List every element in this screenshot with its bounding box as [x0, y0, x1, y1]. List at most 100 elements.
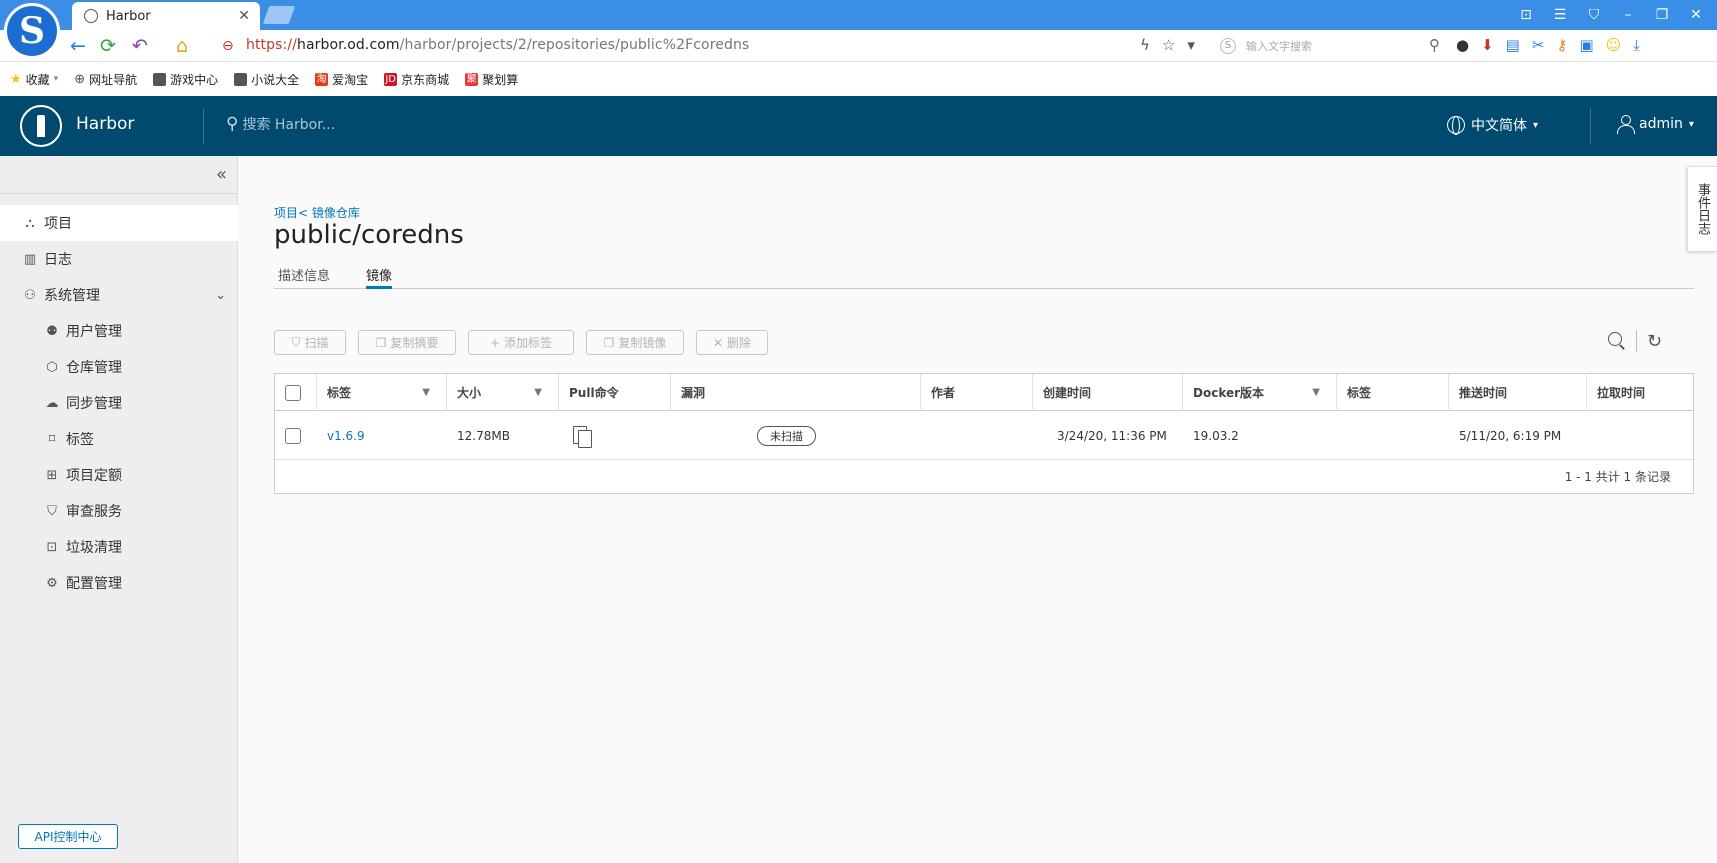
- sidebar-item-replications[interactable]: ☁ 同步管理: [0, 385, 238, 421]
- global-search-input[interactable]: ⚲ 搜索 Harbor...: [226, 114, 335, 134]
- tab-description[interactable]: 描述信息: [278, 265, 330, 284]
- tool-separator: [1636, 330, 1637, 352]
- skin-icon[interactable]: ⛉: [1579, 7, 1609, 23]
- sidebar-item-configuration[interactable]: ⚙ 配置管理: [0, 565, 238, 601]
- shield-check-icon: ⛉: [291, 335, 301, 349]
- filter-icon[interactable]: ▼: [1312, 387, 1320, 398]
- repository-tabs: 描述信息 镜像: [274, 263, 1694, 289]
- sidebar-item-labels[interactable]: ⌑ 标签: [0, 421, 238, 457]
- api-explorer-button[interactable]: API控制中心: [18, 824, 118, 849]
- cell-docker-version: 19.03.2: [1193, 429, 1239, 443]
- table-row[interactable]: v1.6.9 12.78MB 未扫描 3/24/20, 11:36 PM 19.…: [275, 412, 1693, 460]
- add-label-button[interactable]: + 添加标签: [468, 330, 574, 355]
- sidebar-item-logs[interactable]: ▥ 日志: [0, 241, 238, 277]
- restore-icon[interactable]: ❐: [1647, 7, 1677, 23]
- column-header-labels[interactable]: 标签: [1337, 374, 1449, 411]
- insecure-lock-icon[interactable]: ⊖: [222, 35, 234, 57]
- copy-pull-command-icon[interactable]: [573, 426, 592, 448]
- sidebar-item-quotas[interactable]: ⊞ 项目定额: [0, 457, 238, 493]
- filter-icon[interactable]: ▼: [422, 387, 430, 398]
- gear-icon: ⚙: [46, 575, 58, 591]
- copy-digest-button[interactable]: ❐ 复制摘要: [358, 330, 456, 355]
- bookmark-item[interactable]: JD 京东商城: [384, 71, 449, 88]
- column-header-pulled[interactable]: 拉取时间: [1587, 374, 1693, 411]
- row-select-cell: [275, 412, 317, 460]
- new-tab-button[interactable]: [262, 6, 296, 24]
- minimize-icon[interactable]: –: [1613, 7, 1643, 23]
- delete-button[interactable]: ✕ 删除: [696, 330, 768, 355]
- column-header-pushed[interactable]: 推送时间: [1449, 374, 1587, 411]
- home-icon[interactable]: ⌂: [176, 35, 188, 57]
- juhuasuan-icon: 聚: [465, 72, 479, 86]
- column-header-size[interactable]: 大小 ▼: [447, 374, 559, 411]
- sidebar-item-label: 系统管理: [44, 288, 100, 304]
- user-icon: [1617, 115, 1635, 134]
- jd-icon: JD: [384, 72, 398, 86]
- browser-tab[interactable]: Harbor ✕: [72, 2, 260, 30]
- close-icon[interactable]: ✕: [238, 8, 250, 24]
- gamepad-icon[interactable]: ●: [1456, 36, 1469, 54]
- menu-icon[interactable]: ☰: [1545, 7, 1575, 23]
- chevron-down-icon[interactable]: ▾: [1187, 36, 1195, 54]
- sidebar-item-registries[interactable]: ⬡ 仓库管理: [0, 349, 238, 385]
- download-icon[interactable]: ⤓: [1633, 36, 1640, 54]
- sidebar-item-gc[interactable]: ⊡ 垃圾清理: [0, 529, 238, 565]
- sidebar-item-users[interactable]: ⚉ 用户管理: [0, 313, 238, 349]
- column-header-vulnerability[interactable]: 漏洞: [671, 374, 921, 411]
- copy-image-button[interactable]: ❐ 复制镜像: [586, 330, 684, 355]
- back-icon[interactable]: ←: [70, 35, 86, 57]
- harbor-logo-icon[interactable]: [20, 105, 62, 147]
- image-table: 标签 ▼ 大小 ▼ Pull命令 漏洞 作者 创建时间 Docker版本 ▼ 标签 推…: [274, 373, 1694, 494]
- emoji-icon[interactable]: ☺: [1606, 36, 1622, 54]
- browser-search-box[interactable]: S 输入文字搜索 ⚲: [1220, 34, 1440, 58]
- app-name[interactable]: Harbor: [76, 114, 134, 134]
- sidebar-item-label: 同步管理: [66, 396, 122, 412]
- refresh-icon[interactable]: ↻: [1647, 331, 1662, 352]
- key-icon[interactable]: ⚷: [1556, 36, 1567, 54]
- star-icon[interactable]: ☆: [1162, 36, 1175, 54]
- bookmark-item[interactable]: 淘爱淘宝: [315, 71, 368, 88]
- translate-icon[interactable]: ▣: [1579, 36, 1593, 54]
- column-header-docker-version[interactable]: Docker版本 ▼: [1183, 374, 1337, 411]
- sidebar-item-projects[interactable]: ⛬ 项目: [0, 205, 238, 241]
- breadcrumb[interactable]: 项目< 镜像仓库: [274, 204, 360, 221]
- collapse-sidebar-icon[interactable]: «: [216, 164, 227, 185]
- user-menu[interactable]: admin ▾: [1617, 115, 1694, 134]
- sidebar-item-label: 项目定额: [66, 468, 122, 484]
- bookmark-item[interactable]: ⊕ 网址导航: [74, 71, 137, 88]
- url-text[interactable]: https://harbor.od.com/harbor/projects/2/…: [246, 37, 749, 53]
- column-header-pull-command[interactable]: Pull命令: [559, 374, 671, 411]
- sidebar-item-interrogation[interactable]: ⛉ 审查服务: [0, 493, 238, 529]
- column-header-author[interactable]: 作者: [921, 374, 1033, 411]
- column-header-tag[interactable]: 标签 ▼: [317, 374, 447, 411]
- column-header-created[interactable]: 创建时间: [1033, 374, 1183, 411]
- harbor-favicon-icon: [84, 9, 98, 23]
- language-selector[interactable]: 中文简体 ▾: [1447, 115, 1538, 135]
- lightning-icon[interactable]: ϟ: [1140, 36, 1150, 54]
- bookmark-item[interactable]: 游戏中心: [153, 71, 218, 88]
- sidebar-item-label: 垃圾清理: [66, 540, 122, 556]
- sidebar-item-system-admin[interactable]: ⚇ 系统管理 ⌄: [0, 277, 238, 313]
- scan-button[interactable]: ⛉ 扫描: [274, 330, 346, 355]
- log-icon: ▥: [23, 251, 37, 267]
- bookmark-favorites[interactable]: ★ 收藏 ▾: [10, 71, 58, 88]
- reload-icon[interactable]: ⟳: [100, 35, 116, 57]
- download-manager-icon[interactable]: ⬇: [1481, 36, 1494, 54]
- window-number-icon[interactable]: ⊡: [1511, 7, 1541, 23]
- event-log-tab[interactable]: 事件日志: [1687, 166, 1717, 252]
- chevron-down-icon: ▾: [1533, 119, 1539, 131]
- row-checkbox[interactable]: [285, 428, 301, 444]
- bookmark-item[interactable]: 小说大全: [234, 71, 299, 88]
- tab-images[interactable]: 镜像: [366, 265, 393, 289]
- search-icon[interactable]: ⚲: [1429, 36, 1440, 54]
- scissors-icon[interactable]: ✂: [1532, 36, 1545, 54]
- search-icon[interactable]: [1608, 332, 1626, 350]
- reader-icon[interactable]: ▤: [1506, 36, 1520, 54]
- tag-link[interactable]: v1.6.9: [327, 429, 365, 443]
- bookmark-item[interactable]: 聚聚划算: [465, 71, 518, 88]
- close-window-icon[interactable]: ✕: [1681, 7, 1711, 23]
- browser-logo[interactable]: S: [4, 3, 60, 59]
- filter-icon[interactable]: ▼: [534, 387, 542, 398]
- select-all-checkbox[interactable]: [285, 384, 301, 401]
- undo-icon[interactable]: ↶: [132, 35, 148, 57]
